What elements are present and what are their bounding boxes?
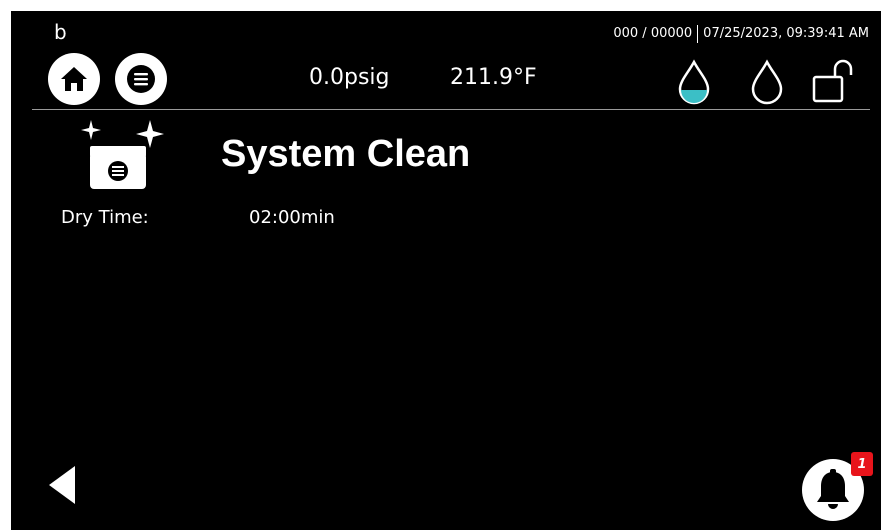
header-divider (32, 109, 870, 110)
temperature-readout: 211.9°F (450, 65, 537, 90)
water-level-indicator (676, 59, 712, 109)
pressure-readout: 0.0psig (309, 65, 390, 90)
lock-button[interactable] (811, 59, 857, 107)
dry-time-label: Dry Time: (61, 207, 149, 228)
water-indicator (749, 59, 785, 109)
home-button[interactable] (48, 53, 100, 105)
back-arrow-icon (49, 466, 75, 504)
dry-time-value: 02:00min (249, 207, 335, 228)
back-button[interactable] (45, 463, 79, 511)
notification-count-badge: 1 (851, 452, 873, 476)
sparkling-clean-tray-icon (81, 120, 164, 189)
unlocked-icon (812, 59, 853, 103)
page-title: System Clean (221, 133, 471, 175)
logo-letter: b (54, 20, 67, 44)
water-drop-empty-icon (751, 59, 783, 105)
system-clean-icon (78, 118, 170, 194)
home-icon (61, 67, 87, 91)
menu-button[interactable] (115, 53, 167, 105)
water-drop-partial-icon (678, 59, 710, 105)
screen: b 000 / 00000 07/25/2023, 09:39:41 AM 0.… (11, 11, 881, 530)
status-separator (697, 25, 699, 43)
status-bar: 000 / 00000 07/25/2023, 09:39:41 AM (613, 25, 869, 43)
datetime: 07/25/2023, 09:39:41 AM (703, 26, 869, 41)
cycle-counter: 000 / 00000 (613, 26, 693, 41)
menu-icon (127, 65, 155, 93)
